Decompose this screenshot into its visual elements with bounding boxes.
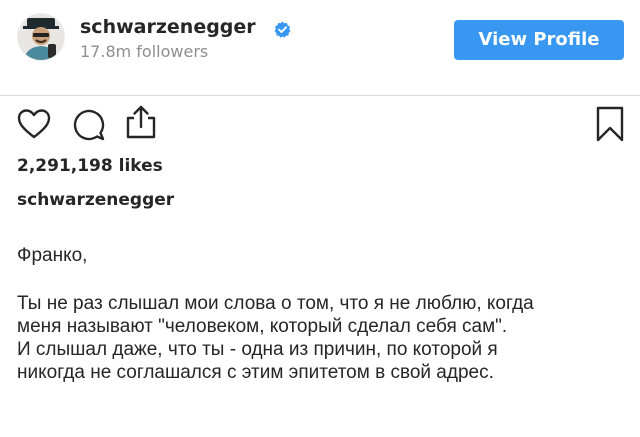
verified-badge-icon	[274, 21, 291, 38]
caption-line: никогда не соглашался с этим эпитетом в …	[17, 362, 494, 383]
caption-text: Франко, Ты не раз слышал мои слова о том…	[17, 244, 627, 384]
avatar[interactable]	[17, 13, 65, 61]
username[interactable]: schwarzenegger	[80, 16, 256, 38]
caption-line: Ты не раз слышал мои слова о том, что я …	[17, 293, 534, 314]
view-profile-button[interactable]: View Profile	[454, 20, 624, 60]
caption-line: меня называют "человеком, который сделал…	[17, 316, 508, 337]
share-icon[interactable]	[124, 104, 158, 140]
likes-count[interactable]: 2,291,198 likes	[17, 156, 163, 176]
header-divider	[0, 95, 640, 96]
post-header: schwarzenegger 17.8m followers View Prof…	[0, 0, 640, 94]
followers-count: 17.8m followers	[80, 42, 209, 61]
caption-greeting: Франко,	[17, 245, 88, 266]
avatar-image	[18, 14, 64, 60]
bookmark-icon[interactable]	[596, 106, 624, 142]
heart-icon[interactable]	[17, 108, 51, 140]
instagram-post: schwarzenegger 17.8m followers View Prof…	[0, 0, 640, 437]
caption-line: И слышал даже, что ты - одна из причин, …	[17, 339, 498, 360]
caption-username[interactable]: schwarzenegger	[17, 190, 174, 210]
comment-icon[interactable]	[72, 108, 106, 142]
